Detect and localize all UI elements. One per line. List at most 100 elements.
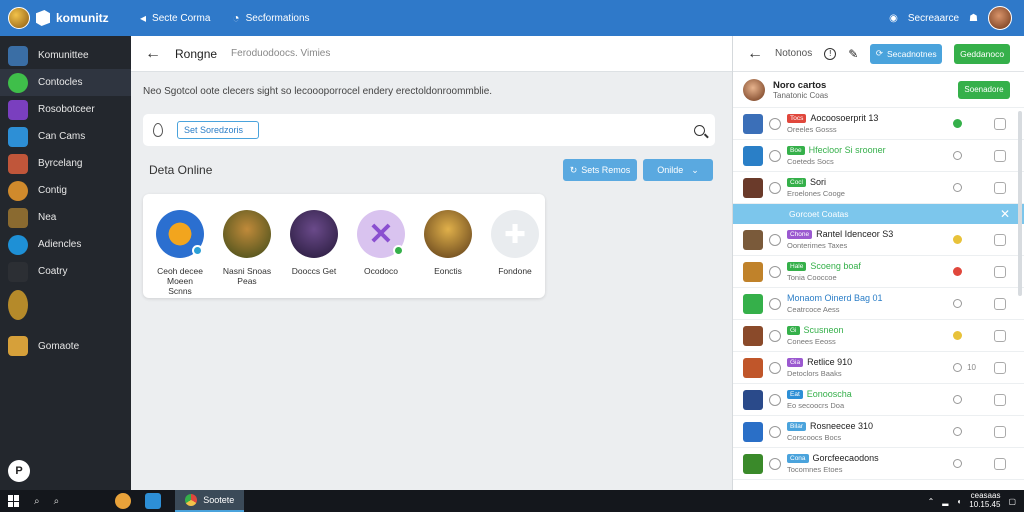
game-icon <box>8 99 28 120</box>
top-right-label[interactable]: Secreaarce <box>908 13 959 24</box>
primary-filter-button[interactable]: ↻ Sets Remos <box>563 159 637 181</box>
row-action-icon[interactable] <box>994 149 1006 162</box>
notification-title-row: Tocs Aocoosoerprit 13 <box>787 113 937 123</box>
status-ring-icon <box>953 299 962 308</box>
sidebar-item[interactable]: Komunittee <box>0 42 131 69</box>
notification-row[interactable]: Tocs Aocoosoerprit 13 Oreeles Gosss <box>733 108 1024 140</box>
friend-item[interactable]: ✚ Fondone <box>490 210 540 298</box>
network-icon[interactable]: ▂ <box>942 497 948 506</box>
back-arrow-icon[interactable]: ← <box>747 45 763 63</box>
row-action-icon[interactable] <box>994 117 1006 130</box>
notification-tag: Tocs <box>787 113 807 123</box>
add-friend-icon: ✚ <box>491 210 539 258</box>
row-action-icon[interactable] <box>994 233 1006 246</box>
taskbar: ⌕ ⌕ Sootete ⌃ ▂ ◖ ceasaas 10.15.45 ▢ <box>0 490 1024 512</box>
task-view-icon[interactable]: ⌕ <box>54 496 60 507</box>
status-circle-icon <box>769 233 781 246</box>
profile-button[interactable]: P <box>8 460 30 482</box>
browser-icon[interactable] <box>115 493 132 509</box>
sidebar-item[interactable]: Contig <box>0 177 131 204</box>
notification-text: Eat Eonooscha Eo secoocrs Doa <box>787 389 937 410</box>
brand-mark-icon <box>36 10 50 26</box>
friend-item[interactable]: Nasni Snoas Peas <box>222 210 272 298</box>
notification-row[interactable]: Chone Rantel Idenceor S3 Oonterimes Taxes <box>733 224 1024 256</box>
notification-row[interactable]: Bilar Rosneecee 310 Corscoocs Bocs <box>733 416 1024 448</box>
compass-icon: ◔ <box>232 11 240 25</box>
status-circle-icon <box>769 425 781 438</box>
notification-row[interactable]: Cocl Sori Eroelones Cooge <box>733 172 1024 204</box>
notification-subtitle: Detoclors Baaks <box>787 369 842 378</box>
volume-icon[interactable]: ◖ <box>956 497 961 506</box>
back-arrow-icon[interactable]: ← <box>145 45 161 63</box>
nav-link-1[interactable]: ◂ Secte Corma <box>140 11 210 25</box>
friend-item[interactable]: Ceoh decee Moeen Scnns <box>155 210 205 298</box>
notification-row[interactable]: Hale Scoeng boaf Tonia Cooccoe <box>733 256 1024 288</box>
search-icon[interactable] <box>694 124 705 136</box>
notification-row[interactable]: Gia Retlice 910 Detoclors Baaks 10 <box>733 352 1024 384</box>
notification-row[interactable]: Eat Eonooscha Eo secoocrs Doa <box>733 384 1024 416</box>
notification-row[interactable]: Monaom Oinerd Bag 01 Ceatrcoce Aess <box>733 288 1024 320</box>
row-action-icon[interactable] <box>994 425 1006 438</box>
sidebar-item[interactable]: Rosobotceer <box>0 96 131 123</box>
store-icon[interactable] <box>145 493 162 509</box>
notification-icon[interactable]: ▢ <box>1008 497 1016 506</box>
settings-icon[interactable]: ◉ <box>889 13 898 24</box>
active-app-tab[interactable]: Sootete <box>175 490 245 512</box>
status-circle-icon <box>769 149 781 162</box>
status-circle-icon <box>769 361 781 374</box>
notification-subtitle: Corscoocs Bocs <box>787 433 842 442</box>
row-action-icon[interactable] <box>994 393 1006 406</box>
row-action-icon[interactable] <box>994 181 1006 194</box>
notification-row[interactable]: Gi Scusneon Conees Eeoss <box>733 320 1024 352</box>
panel-primary-button[interactable]: ⟳ Secadnotnes <box>870 43 943 64</box>
sidebar-item[interactable]: Byrcelang <box>0 150 131 177</box>
row-action-icon[interactable] <box>994 265 1006 278</box>
info-icon[interactable]: ! <box>824 47 837 60</box>
robot-icon[interactable]: ☗ <box>969 13 978 24</box>
status-ring-icon <box>953 151 962 160</box>
row-action-icon[interactable] <box>994 329 1006 342</box>
sidebar-item-label: Can Cams <box>38 131 86 142</box>
row-action-icon[interactable] <box>994 297 1006 310</box>
notification-tag: Chone <box>787 229 813 239</box>
friend-item[interactable]: Dooccs Get <box>289 210 339 298</box>
nav-link-2[interactable]: ◔ Secformations <box>232 11 309 25</box>
sidebar-item[interactable]: Coatry <box>0 258 131 285</box>
status-ring-icon <box>953 395 962 404</box>
system-tray: ⌃ ▂ ◖ ceasaas 10.15.45 ▢ <box>928 491 1024 510</box>
online-dropdown[interactable]: Onilde ⌄ <box>643 159 713 181</box>
user-action-button[interactable]: Soenadore <box>958 80 1010 99</box>
sidebar: Komunittee Contocles Rosobotceer Can Cam… <box>0 36 131 490</box>
start-menu-icon[interactable] <box>8 495 20 507</box>
sidebar-item-label: Contig <box>38 185 67 196</box>
friend-item[interactable]: ✕ Ocodoco <box>356 210 406 298</box>
sidebar-item[interactable] <box>0 285 131 325</box>
game-avatar <box>743 145 763 166</box>
app-logo-icon <box>8 7 30 29</box>
brand-area[interactable]: komunitz <box>0 7 130 29</box>
scrollbar[interactable] <box>1018 111 1022 296</box>
sidebar-item[interactable]: Gomaote <box>0 331 131 361</box>
chevron-up-icon[interactable]: ⌃ <box>928 497 935 506</box>
sidebar-item-active[interactable]: Contocles <box>0 69 131 96</box>
notification-row[interactable]: Boe Hfecloor Si srooner Coeteds Socs <box>733 140 1024 172</box>
sidebar-item[interactable]: Nea <box>0 204 131 231</box>
close-icon[interactable]: ✕ <box>1000 207 1010 221</box>
edit-icon[interactable]: ✎ <box>848 47 858 61</box>
user-avatar[interactable] <box>988 6 1012 30</box>
sidebar-item[interactable]: Can Cams <box>0 123 131 150</box>
row-action-icon[interactable] <box>994 361 1006 374</box>
status-circle-icon <box>769 265 781 278</box>
sidebar-item[interactable]: Adiencles <box>0 231 131 258</box>
notification-row[interactable]: Cona Gorcfeecaodons Tocomnes Etoes <box>733 448 1024 480</box>
status-circle-icon <box>769 117 781 130</box>
panel-secondary-button[interactable]: Geddanoco <box>954 43 1011 64</box>
search-icon[interactable]: ⌕ <box>34 496 40 507</box>
chrome-icon <box>185 494 198 506</box>
notification-title-row: Hale Scoeng boaf <box>787 261 937 271</box>
date[interactable]: 10.15.45 <box>969 500 1000 510</box>
row-action-icon[interactable] <box>994 457 1006 470</box>
notification-tag: Cocl <box>787 177 807 187</box>
friend-item[interactable]: Eonctis <box>423 210 473 298</box>
search-input[interactable] <box>177 121 259 139</box>
